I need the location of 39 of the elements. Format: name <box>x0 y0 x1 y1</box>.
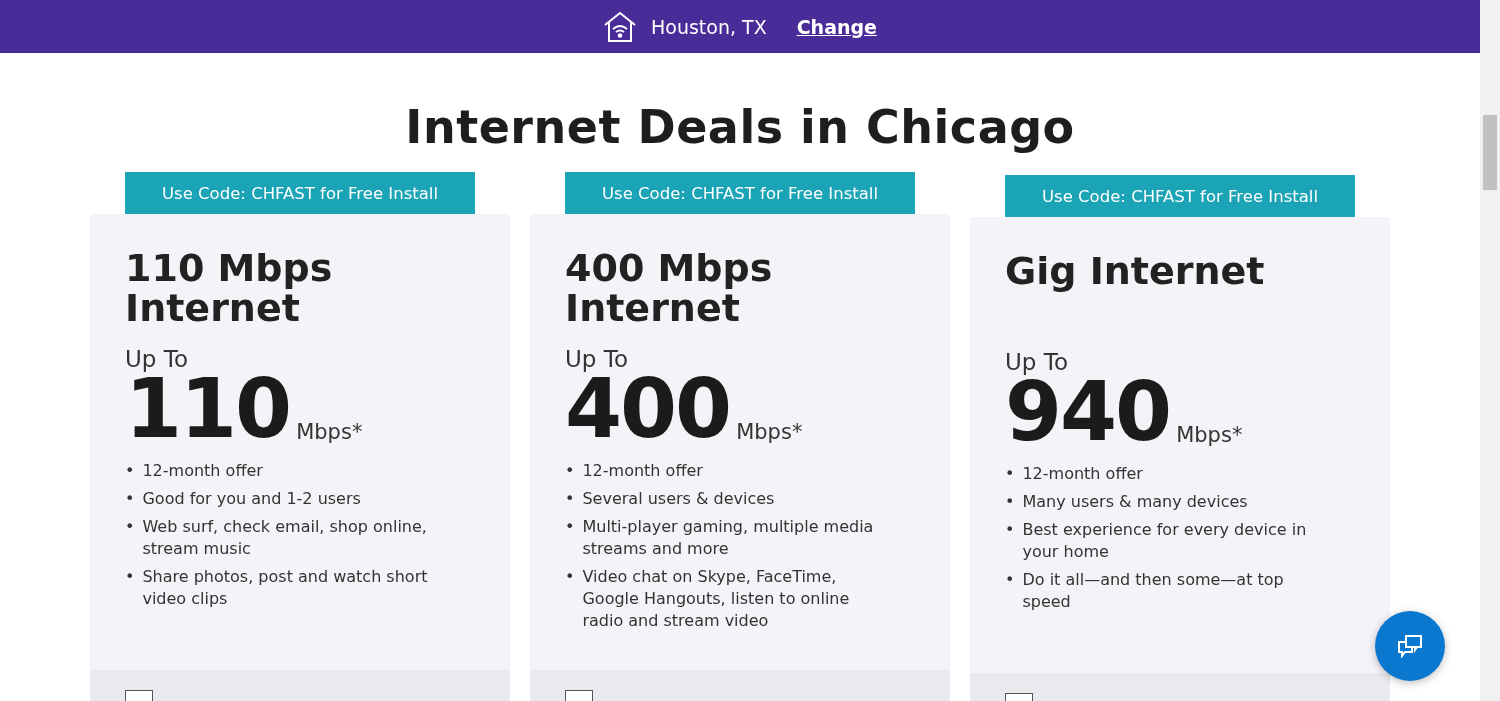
bullet-marker: • <box>565 566 575 588</box>
house-wifi-icon <box>603 10 637 43</box>
feature-item: Many users & many devices <box>1022 491 1248 513</box>
location-text: Houston, TX <box>651 15 767 38</box>
bullet-marker: • <box>565 516 575 538</box>
page-title: Internet Deals in Chicago <box>405 100 1075 154</box>
feature-item: Good for you and 1-2 users <box>142 488 361 510</box>
bullet-marker: • <box>565 488 575 510</box>
bullet-marker: • <box>565 460 575 482</box>
feature-item: Video chat on Skype, FaceTime, Google Hangouts, listen to online radio and stream video <box>582 566 851 632</box>
promo-code-banner: Use Code: CHFAST for Free Install <box>565 172 915 214</box>
bullet-marker: • <box>125 460 135 482</box>
feature-item: Share photos, post and watch short video clips <box>142 566 429 610</box>
feature-item: 12-month offer <box>582 460 703 482</box>
chat-bubbles-icon <box>1397 634 1423 658</box>
bullet-marker: • <box>125 516 135 538</box>
feature-item: Several users & devices <box>582 488 775 510</box>
feature-item: Web surf, check email, shop online, stream music <box>142 516 428 560</box>
bullet-marker: • <box>1005 519 1015 541</box>
promo-code-banner: Use Code: CHFAST for Free Install <box>125 172 475 214</box>
speed-unit: Mbps* <box>1176 423 1243 447</box>
feature-item: Best experience for every device in your home <box>1022 519 1308 563</box>
bullet-marker: • <box>125 566 135 588</box>
change-location-link[interactable]: Change <box>796 15 877 38</box>
feature-item: Do it all—and then some—at top speed <box>1022 569 1285 613</box>
feature-item: 12-month offer <box>142 460 263 482</box>
bullet-marker: • <box>1005 491 1015 513</box>
chat-button[interactable] <box>1375 611 1445 681</box>
feature-item: Multi-player gaming, multiple media streams and more <box>582 516 875 560</box>
bullet-marker: • <box>125 488 135 510</box>
feature-item: 12-month offer <box>1022 463 1143 485</box>
plan-name: 400 Mbps Internet <box>565 248 774 328</box>
promo-code-banner: Use Code: CHFAST for Free Install <box>1005 175 1355 217</box>
speed-unit: Mbps* <box>736 420 803 444</box>
plan-name: 110 Mbps Internet <box>125 248 334 328</box>
bullet-marker: • <box>1005 463 1015 485</box>
plan-name: Gig Internet <box>1005 251 1266 295</box>
bullet-marker: • <box>1005 569 1015 591</box>
speed-unit: Mbps* <box>296 420 363 444</box>
